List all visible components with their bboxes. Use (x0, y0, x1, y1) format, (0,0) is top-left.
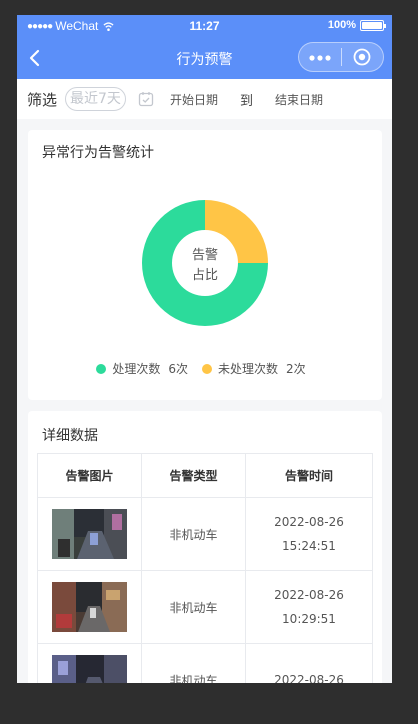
alert-thumbnail[interactable] (52, 509, 127, 559)
table-row[interactable]: 非机动车 2022-08-26 (38, 644, 372, 683)
alert-thumbnail[interactable] (52, 582, 127, 632)
alert-type: 非机动车 (142, 644, 246, 683)
legend-count-processed: 6次 (168, 362, 188, 376)
legend-label-unprocessed: 未处理次数 (218, 362, 279, 376)
alert-time: 15:24:51 (282, 539, 336, 553)
legend-dot-unprocessed (202, 363, 212, 374)
donut-chart: 告警 占比 (142, 200, 268, 326)
legend-dot-processed (96, 363, 107, 374)
nav-bar: 行为预警 (17, 37, 392, 79)
filter-bar: 筛选 最近7天 开始日期 到 结束日期 (17, 79, 392, 119)
donut-center-line1: 告警 (192, 247, 218, 263)
column-header-type: 告警类型 (142, 454, 246, 497)
column-header-time: 告警时间 (284, 469, 333, 483)
alert-type: 非机动车 (142, 498, 246, 570)
legend-item-unprocessed[interactable]: 未处理次数 2次 (202, 360, 314, 377)
status-bar: ●●●●● WeChat 11:27 100% (17, 15, 392, 37)
quick-range-chip[interactable]: 最近7天 (65, 87, 126, 111)
phone-screen: ●●●●● WeChat 11:27 100% 行为预警 筛选 最近7天 开始日… (17, 15, 392, 683)
alert-date: 2022-08-26 (274, 673, 344, 683)
alert-thumbnail[interactable] (52, 655, 127, 683)
alert-type: 非机动车 (142, 571, 246, 643)
alert-time: 10:29:51 (282, 612, 336, 626)
start-date-input[interactable]: 开始日期 (170, 91, 218, 108)
column-header-image: 告警图片 (38, 454, 142, 497)
alert-date: 2022-08-26 (274, 588, 344, 602)
target-icon[interactable] (341, 48, 383, 66)
checkbox-calendar-icon[interactable] (138, 91, 154, 107)
detail-card-title: 详细数据 (42, 428, 98, 444)
stats-card-title: 异常行为告警统计 (42, 145, 154, 161)
chart-legend: 处理次数 6次 未处理次数 2次 (28, 360, 382, 377)
detail-table: 告警图片 告警类型 告警时间 非机动车 2022-08-26 15:24:51 … (37, 453, 373, 683)
donut-center-line2: 占比 (192, 268, 218, 283)
end-date-input[interactable]: 结束日期 (275, 91, 323, 108)
legend-count-unprocessed: 2次 (286, 362, 306, 376)
date-range-separator: 到 (239, 93, 253, 109)
legend-label-processed: 处理次数 (112, 362, 161, 376)
more-dots-icon[interactable] (299, 43, 341, 71)
filter-label: 筛选 (27, 90, 58, 109)
battery-percent: 100% (327, 19, 356, 31)
battery-icon (360, 19, 386, 31)
alert-date: 2022-08-26 (274, 515, 344, 529)
stats-card: 异常行为告警统计 告警 占比 处理次数 6次 未处理次数 2次 (28, 130, 382, 400)
table-row[interactable]: 非机动车 2022-08-26 10:29:51 (38, 571, 372, 644)
table-row[interactable]: 非机动车 2022-08-26 15:24:51 (38, 498, 372, 571)
legend-item-processed[interactable]: 处理次数 6次 (96, 360, 196, 377)
detail-card: 详细数据 告警图片 告警类型 告警时间 非机动车 2022-08-26 15:2… (28, 411, 382, 683)
table-header: 告警图片 告警类型 告警时间 (38, 454, 372, 498)
mini-program-capsule (298, 42, 384, 72)
